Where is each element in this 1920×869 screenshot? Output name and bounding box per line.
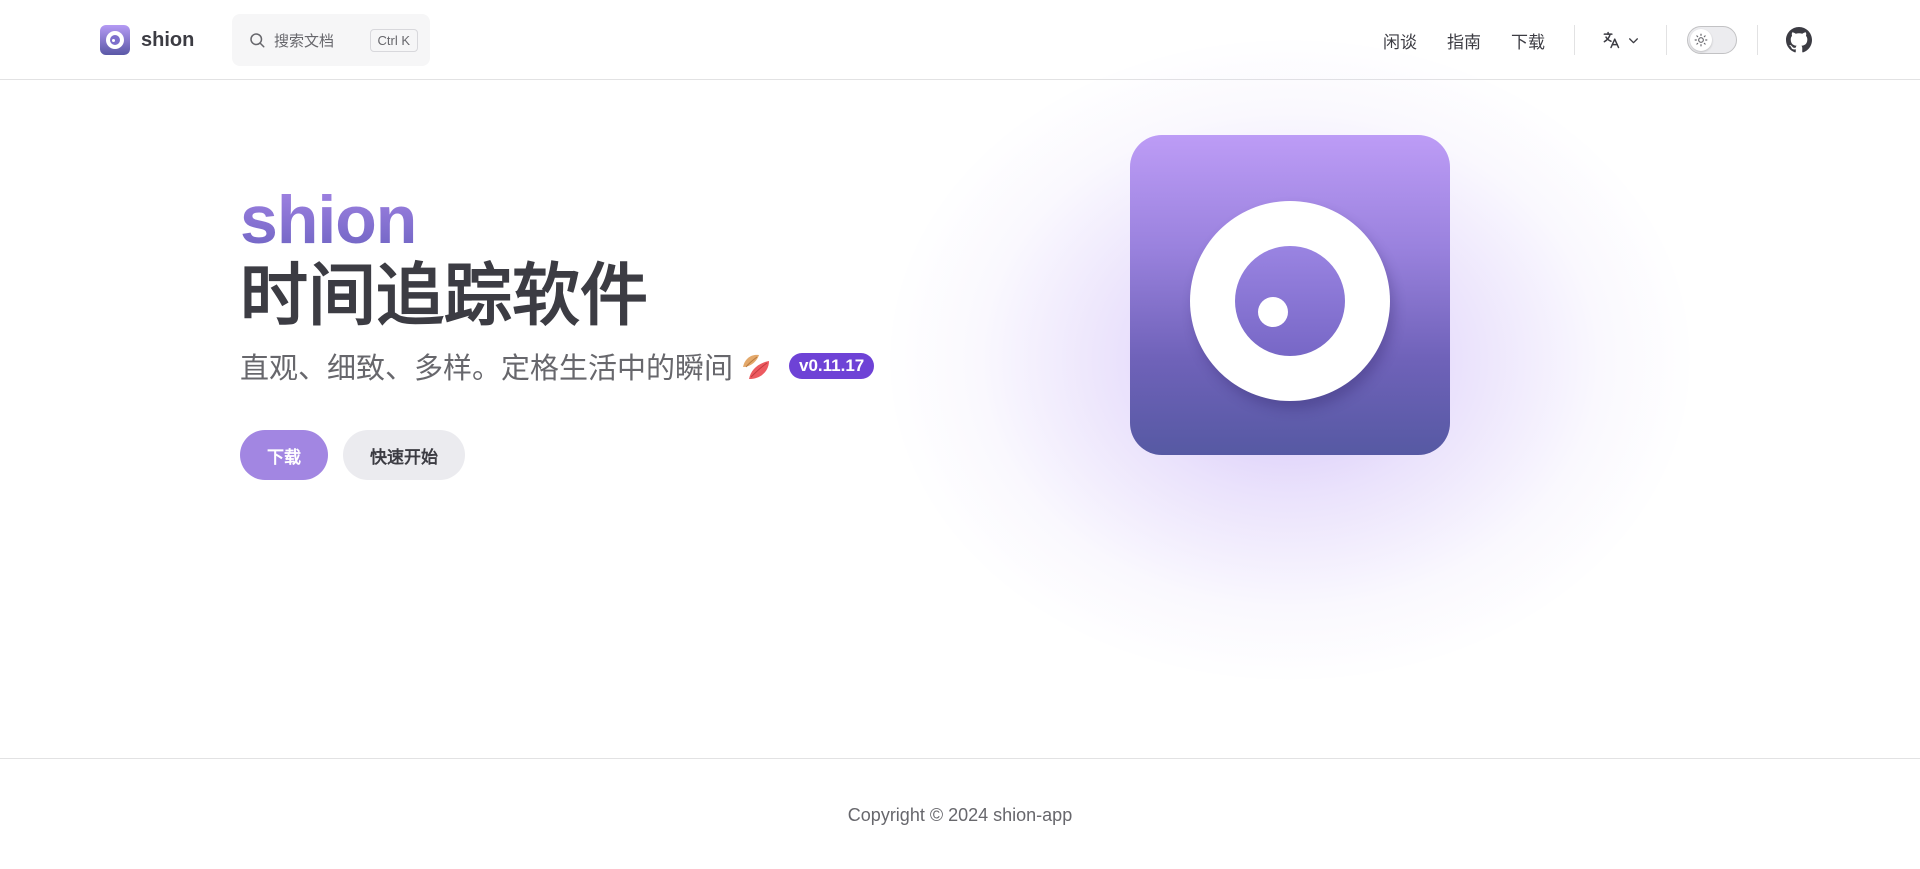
hero-tagline: 直观、细致、多样。定格生活中的瞬间 <box>240 353 734 385</box>
download-button[interactable]: 下载 <box>240 430 328 480</box>
quick-start-button[interactable]: 快速开始 <box>343 430 465 480</box>
nav-divider <box>1574 25 1575 55</box>
hero-actions: 下载 快速开始 <box>240 430 874 480</box>
hero: shion 时间追踪软件 直观、细致、多样。定格生活中的瞬间 v0.11.17 … <box>240 180 875 480</box>
nav-divider <box>1666 25 1667 55</box>
nav-link-guide[interactable]: 指南 <box>1432 28 1496 53</box>
hero-title: 时间追踪软件 <box>240 258 649 334</box>
language-switcher[interactable] <box>1589 30 1652 50</box>
search-button[interactable]: 搜索文档 Ctrl K <box>232 14 430 66</box>
theme-toggle[interactable] <box>1687 26 1737 54</box>
brand-name: shion <box>141 28 195 51</box>
shion-app-icon <box>1130 135 1450 455</box>
copyright-text: Copyright © 2024 shion-app <box>847 805 1073 825</box>
top-nav: shion 搜索文档 Ctrl K 闲谈 指南 下载 <box>0 0 1920 80</box>
github-link[interactable] <box>1772 27 1820 53</box>
search-placeholder: 搜索文档 <box>274 32 335 50</box>
version-badge: v0.11.17 <box>789 353 875 379</box>
search-shortcut-hint: Ctrl K <box>369 28 418 52</box>
sun-icon <box>1694 33 1708 47</box>
brand-home-link[interactable]: shion <box>100 25 194 55</box>
nav-divider <box>1757 25 1758 55</box>
shion-logo-icon <box>100 25 130 55</box>
theme-toggle-knob <box>1690 29 1712 51</box>
hero-tagline-row: 直观、细致、多样。定格生活中的瞬间 v0.11.17 <box>240 344 875 388</box>
footer: Copyright © 2024 shion-app <box>0 758 1920 869</box>
translate-icon <box>1601 30 1621 50</box>
leaves-icon <box>739 349 773 383</box>
search-icon <box>248 31 266 49</box>
hero-name: shion <box>240 180 874 260</box>
nav-link-download[interactable]: 下载 <box>1496 28 1560 53</box>
github-icon <box>1786 27 1812 53</box>
chevron-down-icon <box>1627 34 1640 47</box>
